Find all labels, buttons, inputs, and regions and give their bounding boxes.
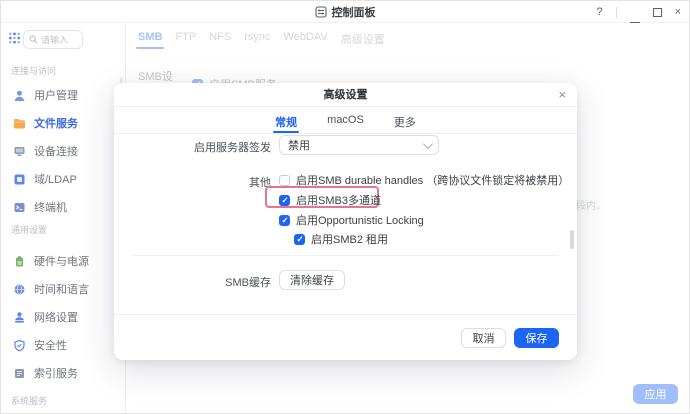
dialog-close-button[interactable]: × [558, 83, 566, 107]
sidebar-item-network-settings[interactable]: 网络设置 [1, 303, 125, 331]
main-content: SMB FTP NFS rsync WebDAV 高级设置 SMB设置 启用SM… [126, 23, 689, 414]
sidebar-item-hardware-power[interactable]: 硬件与电源 [1, 247, 125, 275]
time-language-icon [13, 283, 26, 296]
dialog-title: 高级设置 [114, 83, 577, 107]
sidebar-section-connection: 连接与访问 [11, 64, 56, 77]
sidebar-item-file-services[interactable]: 文件服务 [1, 109, 125, 137]
security-shield-icon [13, 339, 26, 352]
chevron-down-icon [423, 139, 433, 149]
dialog-scrollbar[interactable] [570, 230, 574, 249]
titlebar: 控制面板 ? × [1, 1, 689, 23]
checkbox-icon [294, 234, 305, 245]
server-signing-label: 启用服务器签发 [114, 139, 271, 155]
maximize-button[interactable] [653, 8, 662, 17]
cancel-button[interactable]: 取消 [461, 328, 506, 348]
smb-durable-handles-checkbox[interactable]: 启用SMB durable handles （跨协议文件锁定将被禁用） [279, 172, 569, 188]
file-services-icon [13, 117, 26, 130]
indexing-service-icon [13, 367, 26, 380]
sidebar-group-connection: 用户管理 文件服务 设备连接 域/LDAP 终端机 [1, 81, 125, 221]
user-management-icon [13, 89, 26, 102]
titlebar-title-group: 控制面板 [1, 1, 689, 23]
help-button[interactable]: ? [596, 1, 602, 23]
domain-ldap-icon [13, 173, 26, 186]
clear-cache-button[interactable]: 清除缓存 [279, 270, 345, 290]
dialog-tab-macos[interactable]: macOS [327, 107, 364, 133]
sidebar-item-device-connection[interactable]: 设备连接 [1, 137, 125, 165]
opportunistic-locking-checkbox[interactable]: 启用Opportunistic Locking [279, 212, 424, 228]
sidebar-item-indexing-service[interactable]: 索引服务 [1, 359, 125, 387]
sidebar-group-general: 硬件与电源 时间和语言 网络设置 安全性 索引服务 [1, 247, 125, 387]
dialog-tabs: 常规 macOS 更多 [114, 107, 577, 134]
dialog-footer: 取消 保存 [114, 314, 577, 360]
terminal-icon [13, 201, 26, 214]
sidebar: 连接与访问 用户管理 文件服务 设备连接 域/LDAP [1, 23, 126, 414]
dialog-tab-more[interactable]: 更多 [394, 107, 416, 133]
checkbox-icon [279, 175, 290, 186]
grid-icon [8, 31, 21, 45]
smb-cache-label: SMB缓存 [114, 274, 271, 290]
hardware-power-icon [13, 255, 26, 268]
dialog-header: 高级设置 × [114, 83, 577, 107]
app-grid-button[interactable] [8, 31, 21, 44]
server-signing-value: 禁用 [288, 137, 423, 153]
controls-divider [616, 7, 617, 18]
close-window-button[interactable]: × [675, 1, 681, 23]
sidebar-search[interactable] [23, 30, 83, 49]
checkbox-icon [279, 215, 290, 226]
window-controls: ? × [596, 1, 681, 23]
window-body: 连接与访问 用户管理 文件服务 设备连接 域/LDAP [1, 23, 689, 414]
server-signing-select[interactable]: 禁用 [279, 135, 439, 155]
sidebar-section-general: 通用设置 [11, 223, 47, 236]
sidebar-item-security[interactable]: 安全性 [1, 331, 125, 359]
sidebar-item-domain-ldap[interactable]: 域/LDAP [1, 165, 125, 193]
device-connection-icon [13, 145, 26, 158]
smb3-multichannel-checkbox[interactable]: 启用SMB3多通道 [279, 192, 381, 208]
window-title: 控制面板 [332, 4, 376, 20]
other-options-label: 其他 [114, 174, 271, 190]
sidebar-item-terminal[interactable]: 终端机 [1, 193, 125, 221]
network-settings-icon [13, 311, 26, 324]
search-input[interactable] [41, 35, 79, 45]
dialog-tab-general[interactable]: 常规 [275, 107, 297, 133]
smb2-lease-checkbox[interactable]: 启用SMB2 租用 [294, 231, 388, 247]
sidebar-item-time-language[interactable]: 时间和语言 [1, 275, 125, 303]
sidebar-section-system: 系统服务 [11, 394, 47, 407]
section-divider [132, 255, 559, 256]
advanced-settings-dialog: 高级设置 × 常规 macOS 更多 启用服务器签发 禁用 其他 [114, 83, 577, 360]
control-panel-icon [315, 6, 327, 18]
save-button[interactable]: 保存 [514, 328, 559, 348]
sidebar-item-user-management[interactable]: 用户管理 [1, 81, 125, 109]
control-panel-window: 控制面板 ? × 连接与访问 [0, 0, 690, 414]
checkbox-icon [279, 195, 290, 206]
search-icon [29, 35, 38, 44]
